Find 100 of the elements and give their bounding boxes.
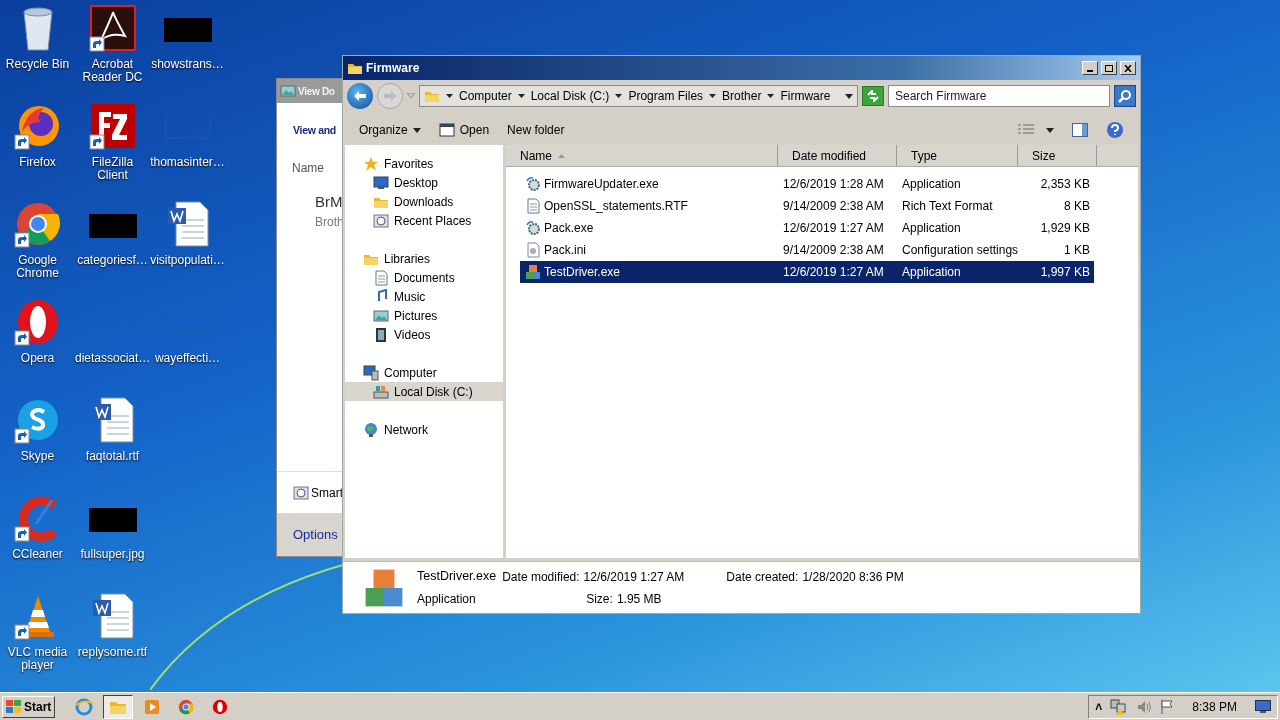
search-field[interactable]: Search Firmware — [888, 85, 1110, 107]
column-header: Name — [292, 159, 325, 177]
caret-icon[interactable] — [446, 94, 453, 98]
monitor-icon[interactable] — [1255, 699, 1271, 714]
nav-item[interactable]: Desktop — [345, 173, 503, 192]
caret-icon — [1046, 127, 1054, 133]
nav-item[interactable]: Libraries — [345, 249, 503, 268]
nav-item[interactable]: Pictures — [345, 306, 503, 325]
column-header[interactable]: Size — [1018, 145, 1097, 166]
minimize-button[interactable] — [1082, 61, 1098, 75]
desktop-shortcut[interactable]: showstrans… — [150, 4, 225, 98]
desktop-shortcut[interactable]: CCleaner — [0, 494, 75, 588]
window-title: Firmware — [366, 60, 420, 77]
file-name: Pack.ini — [544, 242, 587, 259]
file-row[interactable]: OpenSSL_statements.RTF 9/14/2009 2:38 AM Rich Text Format 8 KB — [520, 195, 1094, 217]
nav-item[interactable]: Recent Places — [345, 211, 503, 230]
film-icon — [373, 326, 389, 343]
clock[interactable]: 8:38 PM — [1192, 697, 1237, 716]
nav-item[interactable]: Computer — [345, 363, 503, 382]
file-row[interactable]: Pack.ini 9/14/2009 2:38 AM Configuration settings 1 KB — [520, 239, 1094, 261]
desktop-shortcut[interactable]: wayeffecti… — [150, 298, 225, 392]
address-bar[interactable]: Computer Local Disk (C:) Program Files Brother Firmware — [419, 85, 858, 107]
window-title: View Do — [298, 84, 335, 99]
desktop-shortcut[interactable]: thomasinter… — [150, 102, 225, 196]
desktop-shortcut[interactable]: replysome.rtf — [75, 592, 150, 686]
breadcrumb-item[interactable]: Local Disk (C:) — [530, 87, 610, 105]
view-options-button[interactable] — [1018, 124, 1054, 136]
column-header[interactable]: Type — [897, 145, 1018, 166]
desktop-shortcut[interactable]: categoriesf… — [75, 200, 150, 294]
caret-icon[interactable] — [615, 94, 623, 98]
table-cell-text: 1,997 KB — [1039, 264, 1090, 281]
help-icon — [1106, 121, 1124, 139]
back-arrow-icon — [353, 90, 367, 102]
desktop-shortcut[interactable]: Opera — [0, 298, 75, 392]
help-button[interactable] — [1106, 121, 1124, 139]
computer-icon — [363, 364, 379, 381]
field-label: Date modified: — [502, 568, 580, 586]
nav-item[interactable]: Videos — [345, 325, 503, 344]
table-cell-text: 2,353 KB — [1039, 176, 1090, 193]
caret-icon[interactable] — [517, 94, 525, 98]
nav-item[interactable]: Local Disk (C:) — [345, 382, 503, 401]
maximize-button[interactable] — [1101, 61, 1117, 75]
start-button[interactable]: Start — [2, 695, 56, 718]
close-button[interactable] — [1120, 61, 1136, 75]
desktop-shortcut[interactable]: dietassociat… — [75, 298, 150, 392]
desktop-shortcut[interactable]: Recycle Bin — [0, 4, 75, 98]
pane-icon — [1072, 123, 1088, 137]
maximize-icon — [1105, 64, 1113, 72]
picture-icon — [373, 307, 389, 324]
desktop-shortcut[interactable]: Firefox — [0, 102, 75, 196]
column-header[interactable]: Name — [506, 145, 778, 166]
caret-icon[interactable] — [767, 94, 775, 98]
file-row[interactable]: Pack.exe 12/6/2019 1:27 AM Application 1,929 KB — [520, 217, 1094, 239]
flag-icon[interactable] — [1160, 698, 1175, 715]
table-cell-text: 9/14/2009 2:38 AM — [782, 242, 885, 259]
breadcrumb-item[interactable]: Computer — [459, 87, 512, 105]
desktop-shortcut[interactable]: Skype — [0, 396, 75, 490]
desktop-shortcut[interactable]: fullsuper.jpg — [75, 494, 150, 588]
desktop-shortcut[interactable]: faqtotal.rtf — [75, 396, 150, 490]
file-row[interactable]: TestDriver.exe 12/6/2019 1:27 AM Application 1,997 KB — [520, 261, 1094, 283]
desktop-shortcut[interactable]: FileZilla Client — [75, 102, 150, 196]
refresh-button[interactable] — [862, 86, 884, 106]
field-value: 12/6/2019 1:27 AM — [583, 568, 685, 586]
search-button[interactable] — [1114, 85, 1136, 107]
desktop-shortcut[interactable]: Acrobat Reader DC — [75, 4, 150, 98]
taskbar-button[interactable] — [103, 694, 134, 719]
star-icon — [363, 155, 379, 172]
breadcrumb-item[interactable]: Firmware — [780, 87, 831, 105]
breadcrumb-item[interactable]: Program Files — [628, 87, 704, 105]
nav-item[interactable]: Music — [345, 287, 503, 306]
file-name: TestDriver.exe — [417, 568, 497, 586]
nav-item[interactable]: Downloads — [345, 192, 503, 211]
network-icon[interactable] — [1110, 698, 1129, 715]
dropdown-caret-icon[interactable] — [845, 93, 853, 99]
back-button[interactable] — [347, 83, 373, 109]
desktop-shortcut[interactable]: visitpopulati… — [150, 200, 225, 294]
caret-icon[interactable] — [709, 94, 717, 98]
toolbar-button[interactable]: Organize — [359, 121, 421, 139]
app-icon — [211, 697, 230, 716]
window-icon — [438, 122, 455, 138]
footer-item[interactable]: Smart — [311, 483, 343, 502]
desktop-shortcut[interactable]: VLC media player — [0, 592, 75, 686]
table-cell-text: 12/6/2019 1:27 AM — [782, 220, 885, 237]
column-header[interactable]: Date modified — [778, 145, 897, 166]
toolbar-button[interactable]: Open — [438, 121, 490, 139]
drive-icon — [373, 383, 389, 400]
nav-item[interactable]: Network — [345, 420, 503, 439]
caret-icon — [412, 127, 421, 133]
table-cell-text: Application — [901, 264, 962, 281]
nav-item[interactable]: Favorites — [345, 154, 503, 173]
item-title: BrM — [315, 191, 344, 212]
desktop-shortcut[interactable]: Google Chrome — [0, 200, 75, 294]
file-row[interactable]: FirmwareUpdater.exe 12/6/2019 1:28 AM Application 2,353 KB — [520, 173, 1094, 195]
nav-item[interactable]: Documents — [345, 268, 503, 287]
preview-pane-button[interactable] — [1072, 123, 1088, 137]
monitor-icon — [373, 174, 389, 191]
breadcrumb-item[interactable]: Brother — [722, 87, 762, 105]
tray-toggle-button[interactable]: ˄ — [1095, 697, 1103, 716]
toolbar-button[interactable]: New folder — [507, 121, 565, 139]
table-cell-text: 12/6/2019 1:28 AM — [782, 176, 885, 193]
